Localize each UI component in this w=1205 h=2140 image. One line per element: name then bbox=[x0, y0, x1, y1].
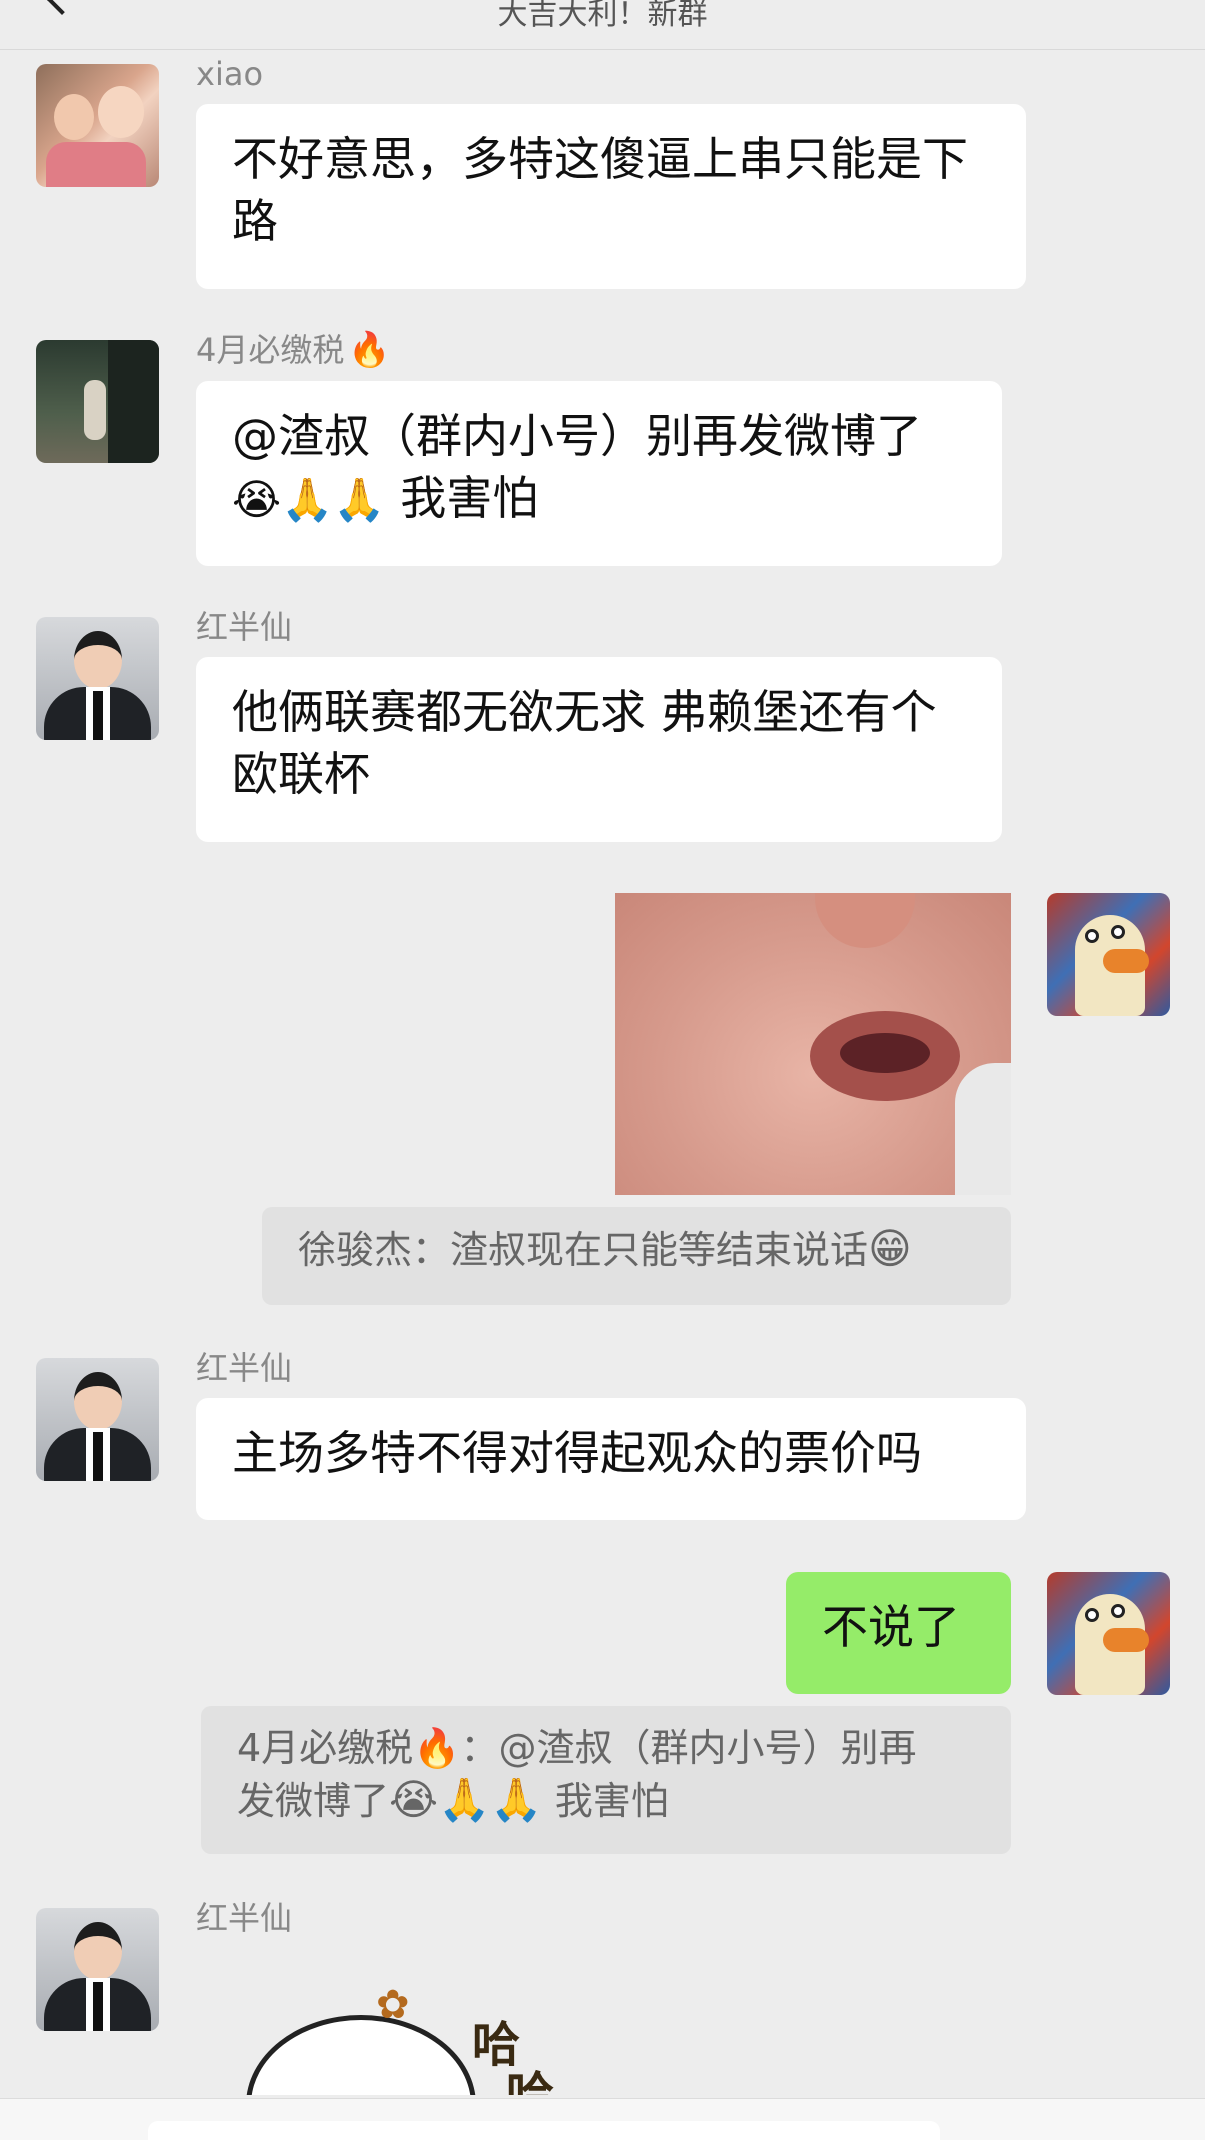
crying-laughing-pray-emojis: 😭🙏🙏 bbox=[389, 1775, 543, 1824]
sender-name: 4月必缴税 🔥 bbox=[196, 330, 391, 370]
haha-sticker[interactable]: ✿ 哈 哈 bbox=[226, 1985, 606, 2095]
fire-icon: 🔥 bbox=[348, 330, 391, 370]
message-bubble[interactable]: @渣叔（群内小号）别再发微博了 😭🙏🙏 我害怕 bbox=[196, 381, 1002, 566]
baby-mouth-photo[interactable] bbox=[615, 893, 1011, 1195]
message-bubble-outgoing[interactable]: 不说了 bbox=[786, 1572, 1011, 1694]
message-input[interactable] bbox=[148, 2121, 940, 2140]
message-bubble[interactable]: 不好意思，多特这傻逼上串只能是下路 bbox=[196, 104, 1026, 289]
sender-name: 红半仙 bbox=[196, 1899, 293, 1937]
quoted-message[interactable]: 徐骏杰：渣叔现在只能等结束说话😁 bbox=[262, 1207, 1011, 1305]
message-bubble[interactable]: 主场多特不得对得起观众的票价吗 bbox=[196, 1398, 1026, 1520]
grinning-emoji: 😁 bbox=[868, 1224, 912, 1273]
avatar-me[interactable] bbox=[1047, 1572, 1170, 1695]
sender-name: 红半仙 bbox=[196, 608, 293, 646]
avatar-4yue[interactable] bbox=[36, 340, 159, 463]
avatar-me[interactable] bbox=[1047, 893, 1170, 1016]
avatar-hongbanxian[interactable] bbox=[36, 617, 159, 740]
input-bar bbox=[0, 2098, 1205, 2140]
avatar-hongbanxian[interactable] bbox=[36, 1358, 159, 1481]
chat-header: 大吉大利！新群 bbox=[0, 0, 1205, 50]
avatar-hongbanxian[interactable] bbox=[36, 1908, 159, 2031]
sender-name: 红半仙 bbox=[196, 1349, 293, 1387]
crying-laughing-pray-emojis: 😭🙏🙏 bbox=[232, 475, 386, 524]
chat-title: 大吉大利！新群 bbox=[497, 0, 708, 32]
avatar-xiao[interactable] bbox=[36, 64, 159, 187]
quoted-message[interactable]: 4月必缴税🔥：@渣叔（群内小号）别再 发微博了😭🙏🙏 我害怕 bbox=[201, 1706, 1011, 1854]
sprout-icon: ✿ bbox=[376, 1985, 410, 2028]
sender-name: xiao bbox=[196, 55, 264, 93]
message-bubble[interactable]: 他俩联赛都无欲无求 弗赖堡还有个欧联杯 bbox=[196, 657, 1002, 842]
